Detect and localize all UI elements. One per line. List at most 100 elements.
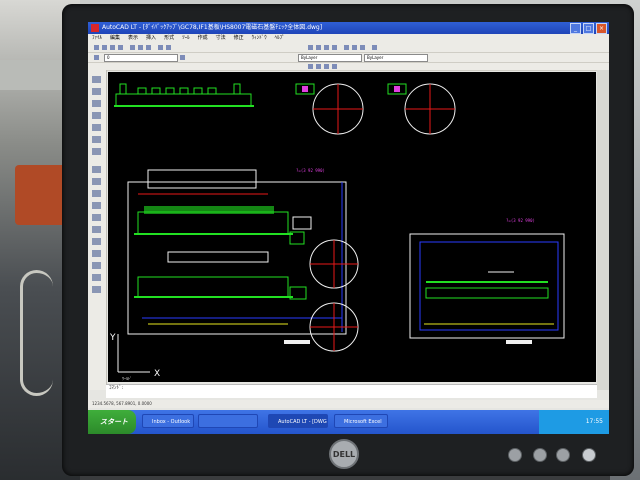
shelf	[0, 60, 70, 90]
rectangle-icon[interactable]	[92, 100, 101, 107]
menu-edit[interactable]: 編集	[110, 34, 120, 43]
polyline-icon[interactable]	[92, 88, 101, 95]
ucs-world-label: ﾜｰﾙﾄﾞ	[122, 376, 132, 381]
annotation-marker-2: ?=(3 92 990)	[506, 218, 535, 223]
properties-icon[interactable]	[344, 45, 349, 50]
command-line[interactable]: ｺﾏﾝﾄﾞ:	[106, 384, 597, 398]
maximize-button[interactable]: □	[583, 23, 594, 34]
cut-icon[interactable]	[130, 45, 135, 50]
scale-icon[interactable]	[92, 238, 101, 245]
minimize-button[interactable]: _	[570, 23, 581, 34]
drawing-canvas[interactable]: ?=(3 92 990) ?=(3 92 990) Y X ﾜｰﾙﾄﾞ	[108, 72, 596, 382]
component-circle-4	[309, 302, 359, 352]
screen: AutoCAD LT - [ﾀﾞｲﾊﾞｯｸｱｯﾌﾟ\GC78,IF1基板\HS8…	[88, 22, 609, 434]
fillet-icon[interactable]	[92, 274, 101, 281]
component-circle-1	[295, 83, 364, 135]
make-current-icon[interactable]	[180, 55, 185, 60]
menu-insert[interactable]: 挿入	[146, 34, 156, 43]
dim-linear-icon[interactable]	[308, 64, 313, 69]
dimension-toolbar	[88, 63, 609, 71]
line-icon[interactable]	[92, 76, 101, 83]
taskbar-item-outlook[interactable]: Inbox - Outlook	[142, 414, 194, 428]
layer-dropdown[interactable]: 0	[104, 54, 178, 62]
component-circle-3	[309, 239, 359, 289]
taskbar-item-autocad[interactable]: AutoCAD LT - [DWG]	[268, 414, 328, 428]
paste-icon[interactable]	[146, 45, 151, 50]
taskbar-item-excel[interactable]: Microsoft Excel	[334, 414, 388, 428]
status-bar: 1234.5678, 567.8901, 0.0000	[88, 400, 609, 408]
zoom-icon[interactable]	[316, 45, 321, 50]
menu-format[interactable]: 形式	[164, 34, 174, 43]
side-view-frame	[409, 233, 565, 339]
zoom-window-icon[interactable]	[324, 45, 329, 50]
layers-toolbar: 0 ByLayer ByLayer	[88, 53, 609, 63]
brand-text: DELL	[332, 449, 356, 459]
window-title: AutoCAD LT - [ﾀﾞｲﾊﾞｯｸｱｯﾌﾟ\GC78,IF1基板\HS8…	[102, 24, 323, 31]
menu-draw[interactable]: 作成	[198, 34, 208, 43]
monitor-button-menu[interactable]	[508, 448, 522, 462]
rotate-icon[interactable]	[92, 226, 101, 233]
title-bar[interactable]: AutoCAD LT - [ﾀﾞｲﾊﾞｯｸｱｯﾌﾟ\GC78,IF1基板\HS8…	[88, 22, 609, 34]
open-icon[interactable]	[102, 45, 107, 50]
text-icon[interactable]	[92, 148, 101, 155]
windows-taskbar: スタート Inbox - Outlook AutoCAD LT - [DWG] …	[88, 410, 609, 434]
save-icon[interactable]	[110, 45, 115, 50]
hatch-icon[interactable]	[92, 136, 101, 143]
monitor-logo: DELL	[329, 439, 359, 469]
title-block-2	[506, 340, 532, 344]
explode-icon[interactable]	[92, 286, 101, 293]
menu-window[interactable]: ｳｨﾝﾄﾞｳ	[252, 34, 267, 43]
system-tray: 17:55	[539, 410, 609, 434]
dim-angular-icon[interactable]	[332, 64, 337, 69]
linetype-dropdown[interactable]: ByLayer	[364, 54, 428, 62]
dim-aligned-icon[interactable]	[316, 64, 321, 69]
erase-icon[interactable]	[92, 166, 101, 173]
help-icon[interactable]	[372, 45, 377, 50]
print-icon[interactable]	[118, 45, 123, 50]
monitor-power-button[interactable]	[582, 448, 596, 462]
menu-modify[interactable]: 修正	[234, 34, 244, 43]
copy-icon[interactable]	[138, 45, 143, 50]
arc-icon[interactable]	[92, 112, 101, 119]
extend-icon[interactable]	[92, 262, 101, 269]
draw-toolbar	[88, 70, 107, 390]
zoom-previous-icon[interactable]	[332, 45, 337, 50]
menu-file[interactable]: ﾌｧｲﾙ	[92, 34, 102, 43]
ucs-y-label: Y	[109, 333, 116, 343]
circle-icon[interactable]	[92, 124, 101, 131]
vertical-scrollbar[interactable]	[597, 70, 609, 390]
annotation-marker-1: ?=(3 92 990)	[296, 168, 325, 173]
color-dropdown[interactable]: ByLayer	[298, 54, 362, 62]
tool-palette-icon[interactable]	[360, 45, 365, 50]
layer-manager-icon[interactable]	[94, 55, 99, 60]
menu-view[interactable]: 表示	[128, 34, 138, 43]
taskbar-item-2[interactable]	[198, 414, 258, 428]
menu-tools[interactable]: ﾂｰﾙ	[182, 34, 190, 43]
mirror-icon[interactable]	[92, 190, 101, 197]
new-icon[interactable]	[94, 45, 99, 50]
coordinate-readout: 1234.5678, 567.8901, 0.0000	[92, 401, 152, 406]
svg-text:?=(3 92 990): ?=(3 92 990)	[296, 168, 325, 173]
redo-icon[interactable]	[166, 45, 171, 50]
cad-drawing: ?=(3 92 990) ?=(3 92 990) Y X ﾜｰﾙﾄﾞ	[109, 83, 565, 381]
monitor-button-minus[interactable]	[533, 448, 547, 462]
monitor-button-plus[interactable]	[556, 448, 570, 462]
dim-radius-icon[interactable]	[324, 64, 329, 69]
close-button[interactable]: ×	[596, 23, 607, 34]
menu-help[interactable]: ﾍﾙﾌﾟ	[275, 34, 285, 43]
autocad-app-icon	[91, 24, 99, 32]
component-circle-2	[387, 83, 456, 135]
menu-dimension[interactable]: 寸法	[216, 34, 226, 43]
menu-bar: ﾌｧｲﾙ 編集 表示 挿入 形式 ﾂｰﾙ 作成 寸法 修正 ｳｨﾝﾄﾞｳ ﾍﾙﾌ…	[88, 34, 609, 43]
svg-text:?=(3 92 990): ?=(3 92 990)	[506, 218, 535, 223]
copy-object-icon[interactable]	[92, 178, 101, 185]
move-icon[interactable]	[92, 214, 101, 221]
design-center-icon[interactable]	[352, 45, 357, 50]
ucs-icon	[117, 334, 150, 373]
offset-icon[interactable]	[92, 202, 101, 209]
pan-icon[interactable]	[308, 45, 313, 50]
undo-icon[interactable]	[158, 45, 163, 50]
clock: 17:55	[585, 418, 603, 425]
start-button[interactable]: スタート	[88, 410, 136, 434]
trim-icon[interactable]	[92, 250, 101, 257]
